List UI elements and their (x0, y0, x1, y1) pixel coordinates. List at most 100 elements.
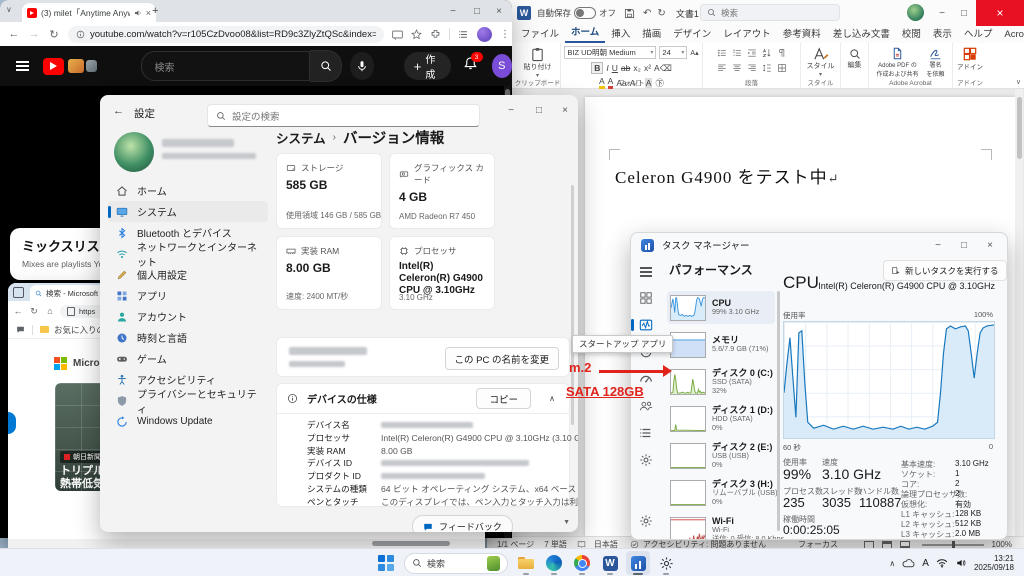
font-name-select[interactable]: BIZ UD明朝 Medium ▾ (564, 46, 657, 59)
sidebar-item-personalization[interactable]: 個人用設定 (108, 264, 268, 285)
rename-pc-button[interactable]: この PC の名前を変更 (444, 347, 559, 370)
styles-icon[interactable] (813, 47, 829, 61)
rail-details-icon[interactable] (639, 426, 653, 440)
editing-icon[interactable] (849, 48, 861, 60)
site-info-icon[interactable] (76, 30, 85, 39)
sidebar-item-windows-update[interactable]: Windows Update (108, 411, 268, 432)
sidebar-item-home[interactable]: ホーム (108, 180, 268, 201)
onedrive-icon[interactable] (902, 558, 915, 569)
sidebar-icon[interactable] (16, 325, 25, 334)
settings-maximize-button[interactable]: □ (526, 101, 552, 119)
font-grow-icon[interactable]: A▴ (690, 49, 698, 57)
tab-draw[interactable]: 描画 (636, 24, 667, 43)
addins-label[interactable]: アドイン (957, 61, 983, 71)
profile-avatar[interactable] (477, 26, 492, 42)
tm-item-disk3[interactable]: ディスク 3 (H:) リムーバブル (USB) 0% (667, 476, 778, 509)
editing-label[interactable]: 編集 (848, 60, 862, 70)
tm-item-disk0[interactable]: ディスク 0 (C:) SSD (SATA) 32% (667, 365, 775, 398)
strikethrough-button[interactable]: ab (621, 63, 630, 73)
align-left-icon[interactable] (717, 63, 727, 73)
device-spec-header[interactable]: デバイスの仕様 コピー ∧ (277, 384, 569, 414)
paste-icon[interactable] (530, 47, 545, 62)
user-avatar[interactable] (114, 132, 154, 172)
word-close-button[interactable]: × (976, 0, 1024, 26)
feedback-button[interactable]: フィードバック (412, 515, 513, 532)
wifi-icon[interactable] (936, 558, 948, 568)
tm-maximize-button[interactable]: □ (951, 236, 977, 254)
extensions-icon[interactable] (430, 29, 441, 40)
tab-layout[interactable]: レイアウト (717, 24, 777, 43)
numbering-icon[interactable] (732, 48, 742, 58)
tab-design[interactable]: デザイン (667, 24, 717, 43)
gpu-card[interactable]: グラフィックス カード 4 GB AMD Radeon R7 450 (389, 153, 495, 229)
settings-minimize-button[interactable]: − (498, 101, 524, 119)
tm-item-disk1[interactable]: ディスク 1 (D:) HDD (SATA) 0% (667, 402, 775, 435)
back-icon[interactable]: ← (113, 105, 124, 117)
redo-icon[interactable]: ↻ (657, 8, 665, 19)
notifications-button[interactable]: 3 (463, 52, 483, 76)
paragraph-mark-icon[interactable] (777, 48, 787, 58)
word-search-box[interactable]: 検索 (700, 4, 840, 21)
breadcrumb-parent[interactable]: システム (276, 128, 326, 147)
processor-card[interactable]: プロセッサ Intel(R) Celeron(R) G4900 CPU @ 3.… (389, 236, 495, 310)
collapse-chevron-icon[interactable]: ∧ (549, 394, 555, 403)
tab-help[interactable]: ヘルプ (958, 24, 999, 43)
chrome-close-button[interactable]: × (486, 2, 512, 20)
request-signature-button[interactable]: 署名 を依頼 (927, 47, 945, 78)
tab-view[interactable]: 表示 (927, 24, 958, 43)
bookmark-icon[interactable] (411, 28, 422, 40)
tm-close-button[interactable]: × (977, 236, 1003, 254)
tab-audio-icon[interactable] (134, 9, 142, 17)
tab-actions-icon[interactable] (13, 287, 24, 298)
back-icon[interactable]: ← (4, 28, 24, 40)
sidebar-item-time-language[interactable]: 時刻と言語 (108, 327, 268, 348)
tab-insert[interactable]: 挿入 (605, 24, 636, 43)
active-tab[interactable]: (3) milet「Anytime Anywher × (22, 3, 156, 22)
volume-icon[interactable] (955, 558, 967, 568)
home-icon[interactable]: ⌂ (42, 306, 58, 316)
start-button[interactable] (374, 551, 398, 575)
ime-indicator[interactable]: A (922, 558, 929, 569)
cpu-usage-graph[interactable] (783, 321, 995, 439)
youtube-logo[interactable] (43, 57, 65, 75)
tm-item-cpu[interactable]: CPU 99% 3.10 GHz (667, 291, 775, 324)
subscript-button[interactable]: x₂ (633, 63, 641, 73)
save-icon[interactable] (624, 8, 635, 19)
clear-format-button[interactable]: A⌫ (654, 63, 672, 74)
reading-list-icon[interactable] (458, 29, 469, 40)
taskbar-file-explorer-icon[interactable] (514, 551, 538, 575)
rail-services-icon[interactable] (639, 453, 653, 467)
indent-icon[interactable] (747, 48, 757, 58)
align-center-icon[interactable] (732, 63, 742, 73)
tm-item-memory[interactable]: メモリ 5.6/7.9 GB (71%) (667, 328, 775, 361)
font-color-button[interactable]: A (607, 76, 614, 89)
taskbar-search-box[interactable]: 検索 (404, 552, 508, 574)
scrollbar-down-arrow[interactable]: ▼ (563, 519, 570, 526)
sidebar-item-apps[interactable]: アプリ (108, 285, 268, 306)
sidebar-item-system[interactable]: システム (108, 201, 268, 222)
paste-label[interactable]: 貼り付け (524, 62, 552, 72)
bold-button[interactable]: B (591, 62, 604, 74)
styles-label[interactable]: スタイル (807, 61, 835, 71)
voice-search-button[interactable] (349, 52, 374, 80)
rail-users-icon[interactable] (639, 399, 653, 413)
copy-button[interactable]: コピー (476, 388, 531, 409)
char-shading-button[interactable]: A (644, 77, 653, 88)
tab-acrobat[interactable]: Acrobat (998, 27, 1024, 43)
tm-list-scrollbar[interactable] (777, 291, 780, 531)
reload-icon[interactable]: ↻ (44, 28, 64, 41)
youtube-avatar[interactable]: S (491, 54, 512, 78)
italic-button[interactable]: I (606, 63, 608, 73)
tm-item-disk2[interactable]: ディスク 2 (E:) USB (USB) 0% (667, 439, 775, 472)
rail-settings-icon[interactable] (639, 514, 653, 528)
tab-mailings[interactable]: 差し込み文書 (827, 24, 896, 43)
word-avatar[interactable] (907, 4, 924, 21)
tm-more-icon[interactable]: ... (987, 261, 998, 272)
ribbon-collapse-icon[interactable]: ∨ (1016, 78, 1021, 86)
chrome-minimize-button[interactable]: − (440, 2, 466, 20)
superscript-button[interactable]: x² (644, 63, 651, 73)
bullets-icon[interactable] (717, 48, 727, 58)
tm-minimize-button[interactable]: − (925, 236, 951, 254)
rail-processes-icon[interactable] (639, 291, 653, 305)
taskbar-task-manager-icon[interactable] (626, 551, 650, 575)
